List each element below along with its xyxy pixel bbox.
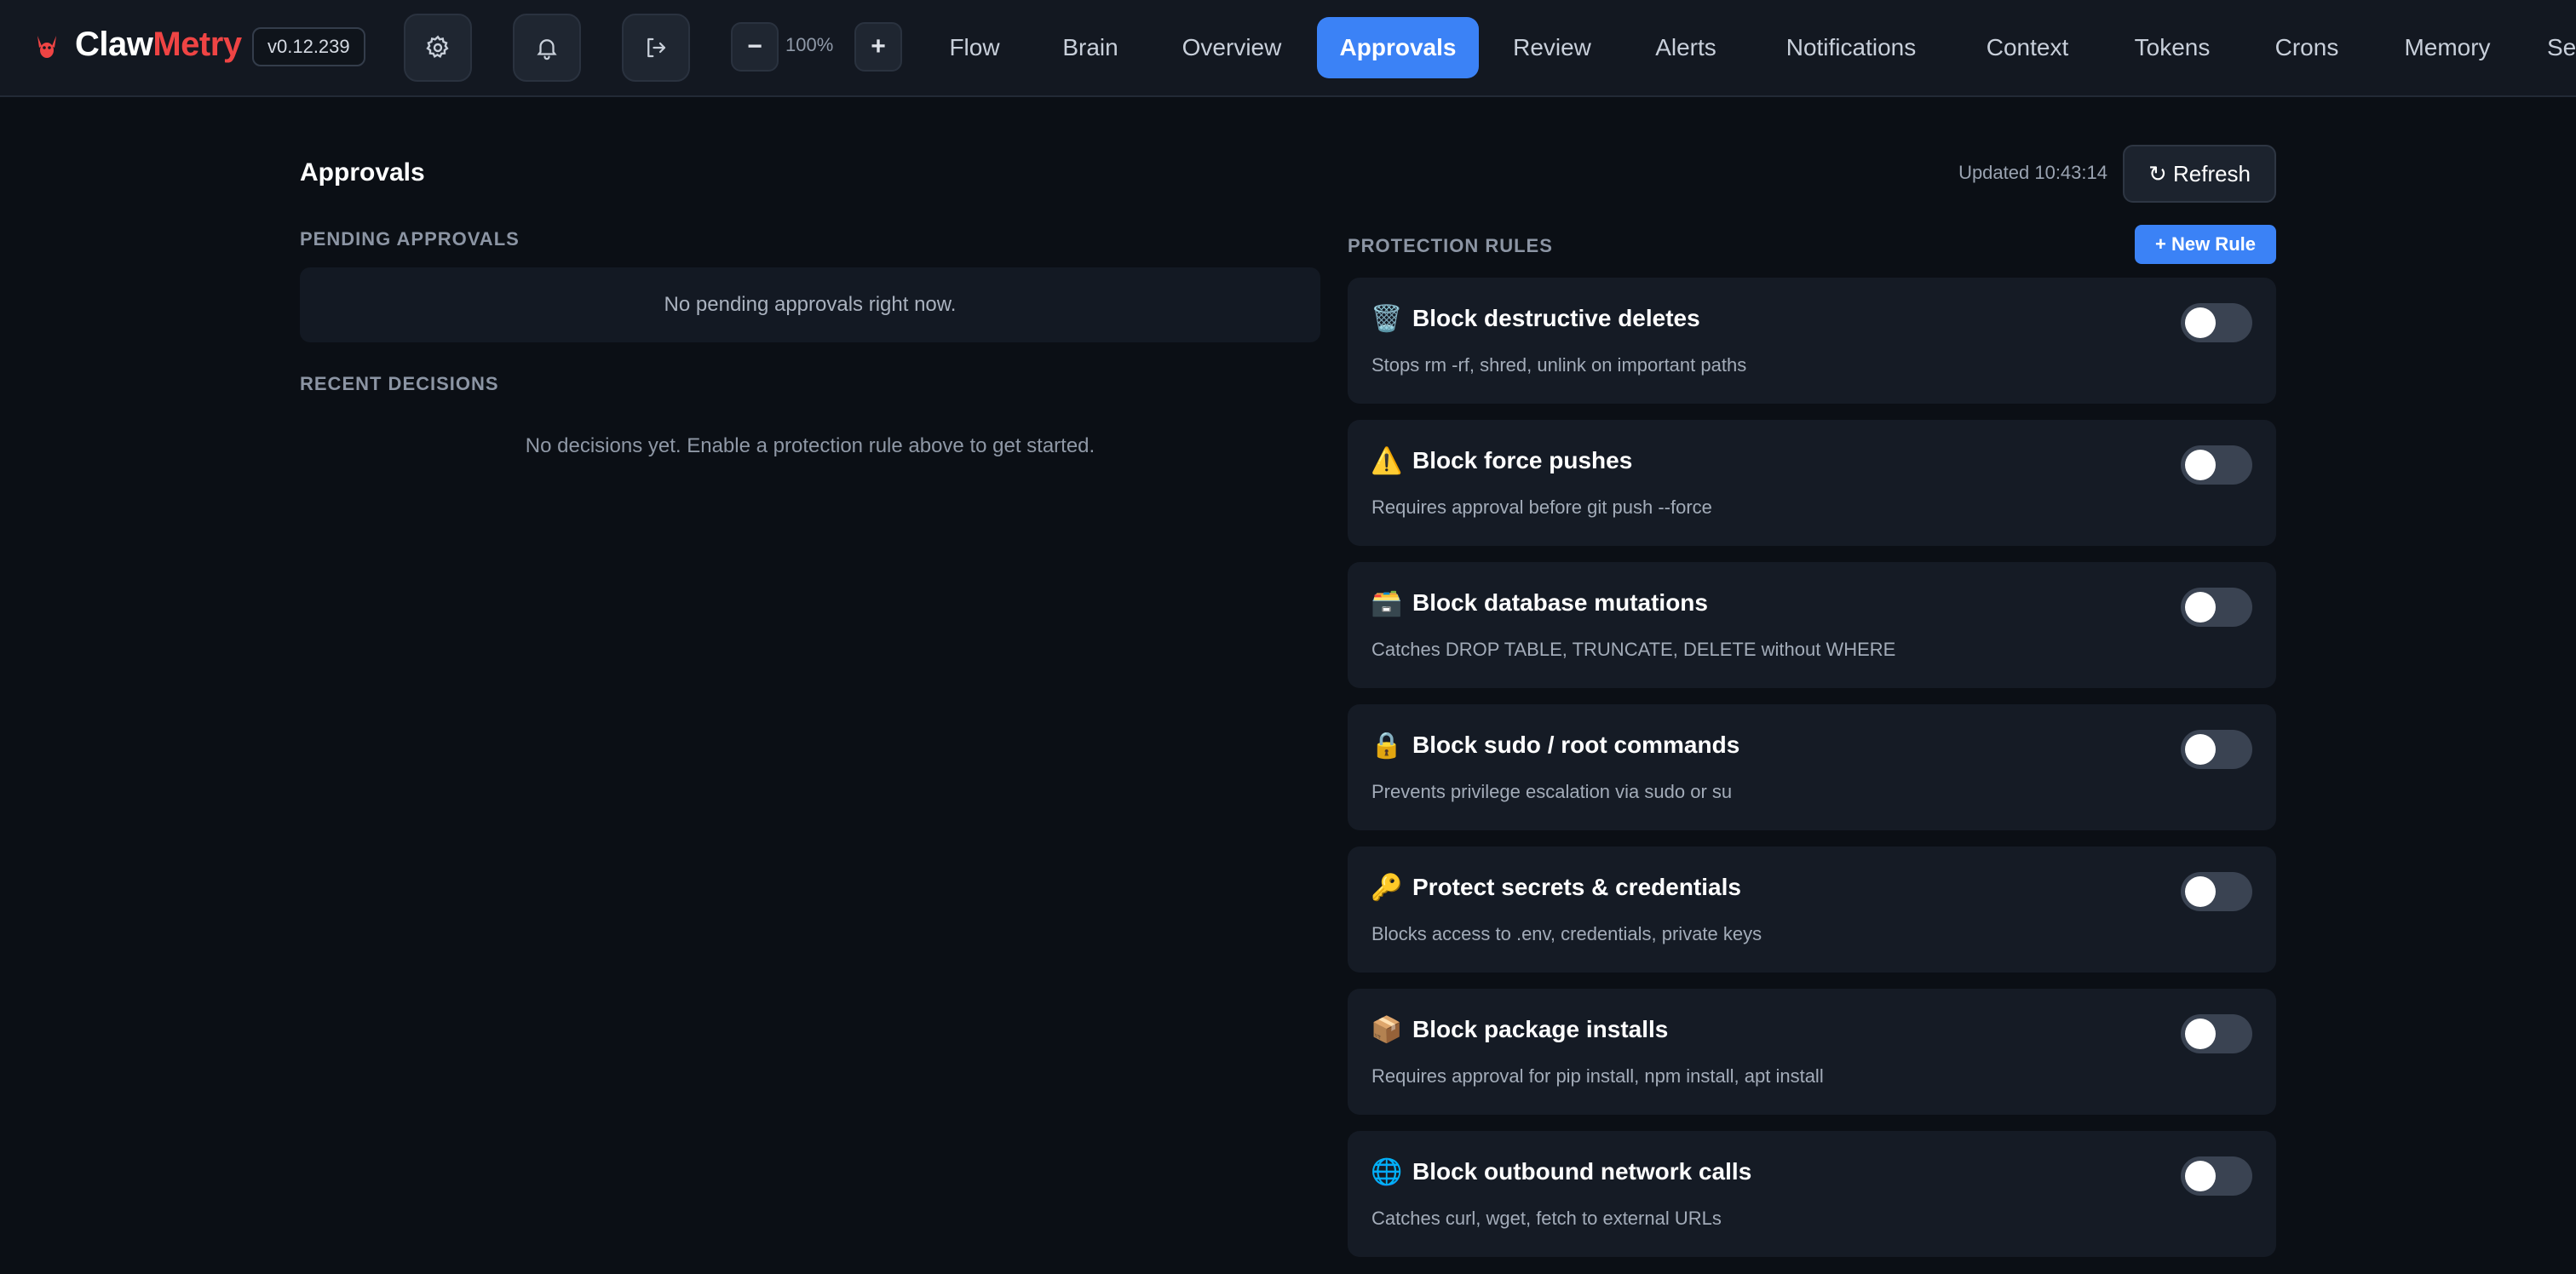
- rule-title: Block force pushes: [1412, 447, 1633, 473]
- protection-rules-label: PROTECTION RULES: [1348, 235, 1553, 256]
- new-rule-button[interactable]: + New Rule: [2135, 225, 2276, 264]
- rule-title: Block sudo / root commands: [1412, 732, 1740, 758]
- tab-flow[interactable]: Flow: [934, 17, 1015, 78]
- tab-memory[interactable]: Memory: [2392, 17, 2503, 78]
- tab-context[interactable]: Context: [1969, 17, 2085, 78]
- toggle-knob: [2185, 1161, 2216, 1191]
- rule-description: Prevents privilege escalation via sudo o…: [1371, 781, 1733, 802]
- rule-card-database-mutations: 🗃️ Block database mutations Catches DROP…: [1348, 562, 2276, 688]
- rule-toggle[interactable]: [2181, 303, 2252, 342]
- tab-review[interactable]: Review: [1504, 17, 1600, 78]
- rule-title: Block database mutations: [1412, 589, 1708, 616]
- logout-button[interactable]: [622, 14, 690, 82]
- recent-decisions-empty: No decisions yet. Enable a protection ru…: [525, 434, 1095, 457]
- pending-approvals-label: PENDING APPROVALS: [300, 228, 520, 250]
- rule-description: Stops rm -rf, shred, unlink on important…: [1371, 354, 1747, 376]
- tab-brain[interactable]: Brain: [1048, 17, 1133, 78]
- package-icon: 📦: [1371, 1015, 1403, 1044]
- tab-crons[interactable]: Crons: [2266, 17, 2348, 78]
- rule-description: Catches DROP TABLE, TRUNCATE, DELETE wit…: [1371, 639, 1896, 660]
- zoom-out-button[interactable]: −: [731, 22, 779, 72]
- rule-description: Requires approval for pip install, npm i…: [1371, 1065, 1824, 1087]
- zoom-level: 100%: [785, 34, 834, 55]
- brand-name-part1: Claw: [75, 26, 153, 63]
- warning-icon: ⚠️: [1371, 446, 1403, 475]
- recent-decisions-label: RECENT DECISIONS: [300, 373, 499, 394]
- refresh-button[interactable]: ↻ Refresh: [2123, 145, 2276, 203]
- toggle-knob: [2185, 1019, 2216, 1049]
- toggle-knob: [2185, 307, 2216, 338]
- rule-toggle[interactable]: [2181, 1156, 2252, 1196]
- tab-alerts[interactable]: Alerts: [1641, 17, 1731, 78]
- tab-settings-truncated[interactable]: Se: [2547, 17, 2576, 78]
- gear-icon: [426, 35, 449, 58]
- logout-icon: [647, 37, 666, 58]
- rule-title: Block outbound network calls: [1412, 1158, 1752, 1185]
- lock-icon: 🔒: [1371, 731, 1403, 760]
- brand-name[interactable]: ClawMetry: [75, 26, 242, 64]
- toggle-knob: [2185, 734, 2216, 765]
- zoom-in-button[interactable]: +: [854, 22, 902, 72]
- tab-overview[interactable]: Overview: [1172, 17, 1291, 78]
- key-icon: 🔑: [1371, 873, 1403, 902]
- rule-card-secrets-credentials: 🔑 Protect secrets & credentials Blocks a…: [1348, 846, 2276, 973]
- globe-icon: 🌐: [1371, 1157, 1403, 1186]
- rule-card-force-pushes: ⚠️ Block force pushes Requires approval …: [1348, 420, 2276, 546]
- version-badge: v0.12.239: [252, 27, 365, 66]
- tab-tokens[interactable]: Tokens: [2125, 17, 2220, 78]
- rule-description: Requires approval before git push --forc…: [1371, 496, 1712, 518]
- page-title: Approvals: [300, 158, 425, 187]
- bell-icon: [537, 39, 557, 60]
- rule-toggle[interactable]: [2181, 1014, 2252, 1053]
- rule-title: Block destructive deletes: [1412, 305, 1700, 331]
- tab-notifications[interactable]: Notifications: [1774, 17, 1929, 78]
- rule-card-outbound-network: 🌐 Block outbound network calls Catches c…: [1348, 1131, 2276, 1257]
- rule-card-package-installs: 📦 Block package installs Requires approv…: [1348, 989, 2276, 1115]
- claw-logo-icon: [37, 36, 56, 58]
- pending-approvals-empty: No pending approvals right now.: [300, 267, 1320, 342]
- rule-card-sudo-root: 🔒 Block sudo / root commands Prevents pr…: [1348, 704, 2276, 830]
- toggle-knob: [2185, 876, 2216, 907]
- toggle-knob: [2185, 450, 2216, 480]
- trash-icon: 🗑️: [1371, 304, 1403, 333]
- rule-description: Catches curl, wget, fetch to external UR…: [1371, 1208, 1722, 1229]
- brand-name-part2: Metry: [152, 26, 242, 63]
- settings-button[interactable]: [404, 14, 472, 82]
- rule-toggle[interactable]: [2181, 588, 2252, 627]
- top-bar: ClawMetry v0.12.239 − 100% + Flow Brain …: [0, 0, 2576, 97]
- toggle-knob: [2185, 592, 2216, 623]
- database-icon: 🗃️: [1371, 588, 1403, 617]
- notifications-button[interactable]: [513, 14, 581, 82]
- tab-approvals[interactable]: Approvals: [1317, 17, 1479, 78]
- rule-toggle[interactable]: [2181, 730, 2252, 769]
- rule-title: Block package installs: [1412, 1016, 1669, 1042]
- updated-timestamp: Updated 10:43:14: [1958, 162, 2107, 183]
- rule-description: Blocks access to .env, credentials, priv…: [1371, 923, 1762, 944]
- rule-toggle[interactable]: [2181, 445, 2252, 485]
- rule-title: Protect secrets & credentials: [1412, 874, 1741, 900]
- rule-toggle[interactable]: [2181, 872, 2252, 911]
- rule-card-destructive-deletes: 🗑️ Block destructive deletes Stops rm -r…: [1348, 278, 2276, 404]
